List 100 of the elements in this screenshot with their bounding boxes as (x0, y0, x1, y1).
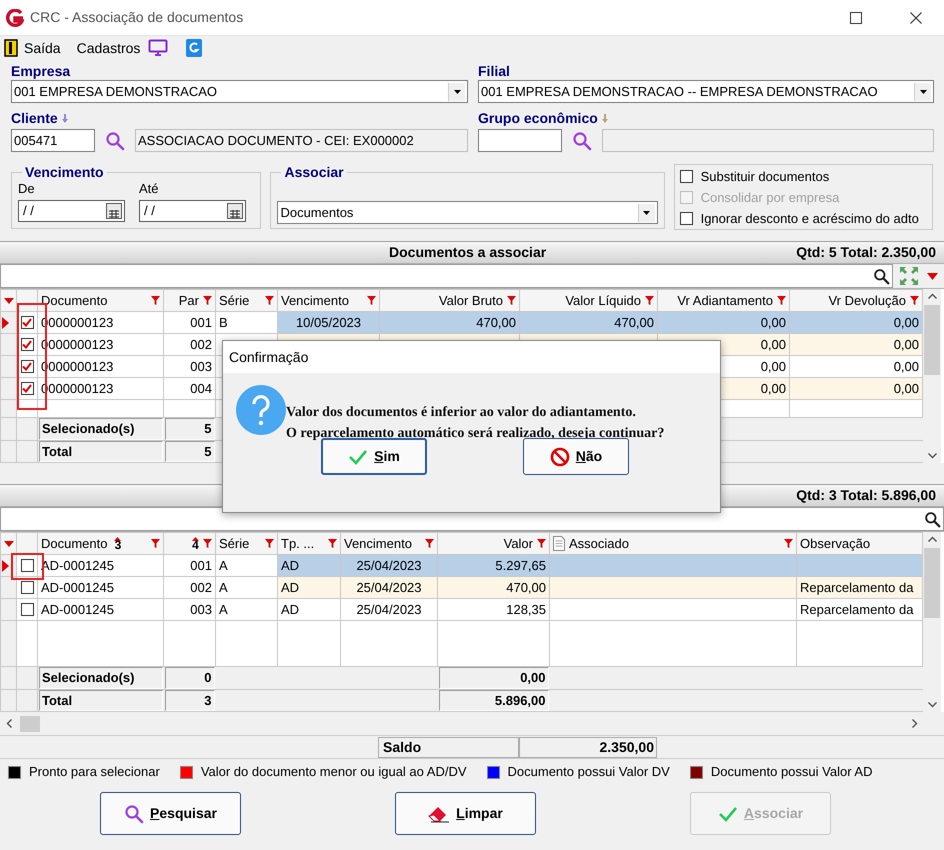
dialog-button[interactable]: Não (523, 438, 629, 475)
scroll-up-icon[interactable] (928, 293, 936, 299)
date-field[interactable]: / / (18, 200, 125, 222)
option-label: Substituir documentos (700, 168, 830, 184)
input-field[interactable] (478, 129, 562, 152)
table-cell: 001 (164, 554, 216, 576)
filter-icon[interactable] (328, 539, 337, 548)
monitor-icon[interactable] (148, 39, 168, 57)
column-header[interactable]: Associado (550, 532, 796, 554)
select-field[interactable]: 001 EMPRESA DEMONSTRACAO -- EMPRESA DEMONSTRACAO (478, 80, 934, 103)
column-header[interactable]: Documento 3 (38, 532, 164, 554)
column-header[interactable]: Observação (796, 532, 922, 554)
filter-icon[interactable] (203, 539, 212, 548)
column-header[interactable]: Valor Bruto (380, 290, 520, 312)
dropdown-button[interactable] (914, 82, 931, 100)
scroll-down-icon[interactable] (928, 453, 936, 459)
row-indicator[interactable] (0, 576, 16, 598)
filter-icon[interactable] (425, 539, 434, 548)
column-header[interactable]: Série (216, 290, 278, 312)
filter-icon[interactable] (537, 539, 546, 548)
dropdown-arrow-icon[interactable] (4, 540, 14, 546)
dropdown-button[interactable] (448, 82, 465, 100)
filter-icon[interactable] (203, 296, 212, 305)
filter-icon[interactable] (151, 296, 160, 305)
scroll-thumb[interactable] (20, 716, 40, 732)
legend-label: Documento possui Valor AD (710, 763, 872, 782)
checkbox[interactable] (20, 338, 34, 351)
table-cell: AD-0001245 (38, 598, 164, 620)
summary-text: Qtd: 5 Total: 2.350,00 (796, 243, 936, 262)
column-header[interactable]: Tp. ... (278, 532, 340, 554)
table-cell: AD-0001245 (38, 576, 164, 598)
checkbox[interactable] (20, 559, 34, 572)
table-cell: 002 (164, 334, 216, 356)
app-icon[interactable] (186, 39, 202, 57)
expand-icon[interactable] (899, 266, 919, 286)
column-header[interactable]: Vencimento (278, 290, 380, 312)
scroll-down-icon[interactable] (928, 702, 936, 708)
scrollbar[interactable] (923, 289, 941, 463)
maximize-icon[interactable] (850, 12, 862, 24)
checkbox[interactable] (680, 212, 693, 224)
filter-icon[interactable] (910, 296, 919, 305)
search-field[interactable] (0, 264, 893, 288)
close-icon[interactable] (910, 12, 922, 24)
search-icon[interactable] (873, 268, 890, 284)
readonly-field: ASSOCIACAO DOCUMENTO - CEI: EX000002 (135, 129, 468, 152)
select-field[interactable]: Documentos (277, 201, 658, 224)
dialog-button[interactable]: Sim (321, 438, 427, 475)
filter-icon[interactable] (784, 539, 793, 548)
exit-button[interactable]: Saída (4, 38, 71, 58)
scroll-left-icon[interactable] (6, 719, 12, 728)
checkbox[interactable] (20, 382, 34, 395)
scroll-up-icon[interactable] (928, 536, 936, 542)
calendar-button[interactable] (227, 203, 243, 219)
filter-icon[interactable] (265, 539, 274, 548)
column-header[interactable]: Valor (438, 532, 550, 554)
scrollbar[interactable] (923, 532, 941, 712)
filter-icon[interactable] (777, 296, 786, 305)
checkbox[interactable] (20, 603, 34, 616)
group-title: Associar (283, 163, 345, 181)
checkbox[interactable] (20, 316, 34, 329)
filter-icon[interactable] (367, 296, 376, 305)
calendar-icon (109, 210, 119, 218)
action-button[interactable]: Limpar (395, 792, 536, 835)
column-header[interactable]: Documento (38, 290, 164, 312)
table-cell (164, 620, 216, 666)
filter-icon[interactable] (507, 296, 516, 305)
option-label: Consolidar por empresa (700, 188, 840, 206)
select-field[interactable]: 001 EMPRESA DEMONSTRACAO (11, 80, 468, 103)
column-header[interactable] (0, 532, 16, 554)
column-header[interactable] (16, 532, 38, 554)
dropdown-arrow-icon[interactable] (927, 272, 938, 280)
table-cell: 0,00 (790, 334, 922, 356)
column-header[interactable]: Vencimento (340, 532, 438, 554)
filter-icon[interactable] (645, 296, 654, 305)
column-header[interactable]: Vr Devolução (790, 290, 922, 312)
menu-item[interactable]: Cadastros (76, 38, 142, 58)
scroll-right-icon[interactable] (912, 719, 918, 728)
search-icon[interactable] (924, 510, 941, 528)
filter-icon[interactable] (151, 539, 160, 548)
column-header[interactable]: Par (164, 290, 216, 312)
scroll-thumb[interactable] (924, 548, 940, 618)
dropdown-arrow-icon[interactable] (4, 298, 14, 304)
column-header[interactable]: 4 (164, 532, 216, 554)
column-header[interactable]: Vr Adiantamento (658, 290, 790, 312)
column-header[interactable]: Valor Líquido (520, 290, 658, 312)
checkbox[interactable] (20, 360, 34, 373)
column-header[interactable] (0, 290, 16, 312)
checkbox[interactable] (680, 170, 693, 182)
date-field[interactable]: / / (139, 200, 246, 222)
legend-label: Documento possui Valor DV (508, 763, 670, 782)
scroll-thumb[interactable] (924, 305, 940, 375)
row-indicator[interactable] (0, 312, 16, 334)
column-header[interactable]: Série (216, 532, 278, 554)
table-cell: B (216, 312, 278, 334)
calendar-button[interactable] (106, 203, 122, 219)
dropdown-button[interactable] (638, 204, 655, 222)
action-button[interactable]: Pesquisar (100, 792, 241, 835)
filter-icon[interactable] (265, 296, 274, 305)
input-field[interactable]: 005471 (11, 129, 95, 152)
checkbox[interactable] (20, 581, 34, 594)
